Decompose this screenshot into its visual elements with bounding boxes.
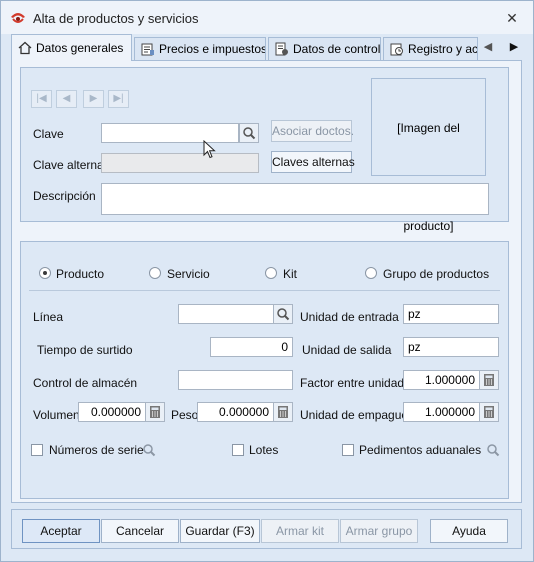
factor-calculator-button[interactable] [479, 370, 499, 390]
empaque-calculator-button[interactable] [479, 402, 499, 422]
armar-grupo-button[interactable]: Armar grupo [340, 519, 418, 543]
linea-label: Línea [33, 310, 64, 324]
unidad-empaque-input[interactable]: 1.000000 [403, 402, 480, 422]
search-icon [243, 127, 256, 140]
radio-servicio-label: Servicio [167, 267, 210, 281]
ayuda-button[interactable]: Ayuda [430, 519, 508, 543]
unidad-entrada-input[interactable]: pz [403, 304, 499, 324]
volumen-calculator-button[interactable] [145, 402, 165, 422]
tab-label: Datos de control [293, 42, 381, 56]
app-logo-icon [11, 13, 25, 23]
factor-unidades-label: Factor entre unidades [300, 376, 417, 390]
tiempo-surtido-input[interactable]: 0 [210, 337, 293, 357]
control-almacen-input[interactable] [178, 370, 293, 390]
clave-alterna-label: Clave alterna [33, 158, 104, 172]
armar-kit-button[interactable]: Armar kit [261, 519, 339, 543]
unidad-salida-input[interactable]: pz [403, 337, 499, 357]
search-icon [143, 444, 156, 457]
tab-datos-control[interactable]: Datos de control [268, 37, 381, 60]
registry-icon [390, 43, 403, 56]
radio-grupo-label: Grupo de productos [383, 267, 490, 281]
next-record-button[interactable]: ▶ [83, 90, 104, 108]
first-record-button[interactable]: |◀ [31, 90, 52, 108]
peso-input[interactable]: 0.000000 [197, 402, 274, 422]
radio-grupo[interactable] [365, 267, 377, 279]
search-icon [277, 308, 290, 321]
separator [29, 290, 500, 291]
aceptar-button[interactable]: Aceptar [22, 519, 100, 543]
numeros-serie-checkbox[interactable] [31, 444, 43, 456]
general-group: |◀ ◀ ▶ ▶| Clave Asociar doctos. Clave al… [20, 67, 509, 233]
radio-producto[interactable] [39, 267, 51, 279]
home-icon [18, 41, 32, 55]
tab-label: Precios e impuestos [159, 42, 266, 56]
calculator-icon [278, 406, 288, 418]
pedimentos-checkbox[interactable] [342, 444, 354, 456]
tiempo-surtido-label: Tiempo de surtido [37, 343, 133, 357]
close-button[interactable]: ✕ [501, 8, 523, 28]
radio-producto-label: Producto [56, 267, 105, 281]
cancelar-button[interactable]: Cancelar [101, 519, 179, 543]
control-almacen-label: Control de almacén [33, 376, 138, 390]
pedimentos-search-button[interactable] [483, 440, 503, 460]
descripcion-label: Descripción [33, 189, 96, 203]
previous-record-button[interactable]: ◀ [56, 90, 77, 108]
guardar-button[interactable]: Guardar (F3) [180, 519, 260, 543]
radio-kit-label: Kit [283, 267, 298, 281]
unidad-empaque-label: Unidad de empague [300, 408, 409, 422]
details-group: Producto Servicio Kit Grupo de productos… [20, 241, 509, 499]
volumen-label: Volumen [33, 408, 80, 422]
lotes-label: Lotes [249, 443, 279, 457]
numeros-serie-search-button[interactable] [139, 440, 159, 460]
tab-strip: Datos generales Precios e impuestos Dato… [11, 34, 525, 61]
tab-label: Datos generales [36, 41, 124, 55]
claves-alternas-button[interactable]: Claves alternas [271, 151, 355, 173]
last-record-button[interactable]: ▶| [108, 90, 129, 108]
linea-search-button[interactable] [273, 304, 293, 324]
tab-datos-generales[interactable]: Datos generales [11, 34, 132, 61]
asociar-doctos-button[interactable]: Asociar doctos. [271, 120, 354, 142]
descripcion-input[interactable] [101, 183, 489, 215]
calculator-icon [484, 374, 494, 386]
radio-kit[interactable] [265, 267, 277, 279]
product-dialog: Alta de productos y servicios ✕ Datos ge… [0, 0, 534, 562]
tab-scroll-left-button[interactable]: ◀ [481, 38, 495, 56]
mouse-cursor-icon [203, 140, 216, 159]
calculator-icon [150, 406, 160, 418]
peso-label: Peso [171, 408, 199, 422]
unidad-salida-label: Unidad de salida [302, 343, 392, 357]
volumen-input[interactable]: 0.000000 [78, 402, 146, 422]
tab-label: Registro y ac [408, 42, 478, 56]
price-tag-icon [141, 43, 154, 56]
clave-input[interactable] [101, 123, 239, 143]
numeros-serie-label: Números de serie [49, 443, 144, 457]
title-bar: Alta de productos y servicios ✕ [1, 1, 533, 34]
clave-label: Clave [33, 127, 64, 141]
product-image-placeholder[interactable]: [Imagen del producto] [371, 78, 486, 233]
linea-input[interactable] [178, 304, 274, 324]
unidad-entrada-label: Unidad de entrada [300, 310, 399, 324]
tab-scroll-right-button[interactable]: ▶ [507, 38, 521, 56]
lotes-checkbox[interactable] [232, 444, 244, 456]
tab-registro[interactable]: Registro y ac [383, 37, 478, 60]
tab-panel: |◀ ◀ ▶ ▶| Clave Asociar doctos. Clave al… [11, 60, 522, 503]
clave-alterna-input[interactable] [101, 153, 259, 173]
footer-bar: Aceptar Cancelar Guardar (F3) Armar kit … [11, 509, 522, 549]
radio-servicio[interactable] [149, 267, 161, 279]
search-icon [487, 444, 500, 457]
control-data-icon [275, 42, 288, 56]
tab-precios-impuestos[interactable]: Precios e impuestos [134, 37, 266, 60]
clave-search-button[interactable] [239, 123, 259, 143]
calculator-icon [484, 406, 494, 418]
window-title: Alta de productos y servicios [33, 11, 199, 26]
peso-calculator-button[interactable] [273, 402, 293, 422]
pedimentos-label: Pedimentos aduanales [359, 443, 482, 457]
factor-unidades-input[interactable]: 1.000000 [403, 370, 480, 390]
